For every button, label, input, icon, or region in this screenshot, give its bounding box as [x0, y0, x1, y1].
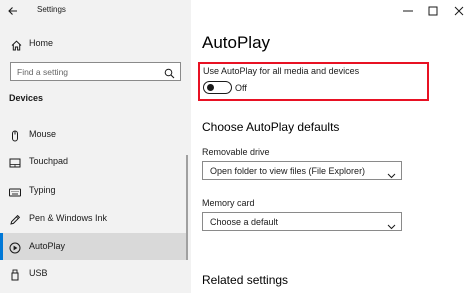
search-input[interactable]	[17, 65, 157, 78]
sidebar-item-label: USB	[29, 268, 48, 278]
sidebar-item-label: Pen & Windows Ink	[29, 213, 108, 223]
search-icon[interactable]	[164, 66, 175, 79]
sidebar-item-autoplay[interactable]: AutoPlay	[0, 233, 186, 260]
sidebar-item-label: AutoPlay	[29, 241, 66, 251]
toggle-state-text: Off	[235, 83, 247, 93]
autoplay-toggle[interactable]	[203, 81, 232, 94]
sidebar-item-pen-windows-ink[interactable]: Pen & Windows Ink	[0, 205, 186, 232]
keyboard-icon	[9, 185, 21, 197]
home-label: Home	[29, 38, 54, 48]
page-title: AutoPlay	[202, 33, 271, 52]
search-box[interactable]	[10, 62, 181, 81]
sidebar-item-mouse[interactable]: Mouse	[0, 121, 186, 148]
sidebar-item-touchpad[interactable]: Touchpad	[0, 148, 186, 175]
sidebar-item-label: Mouse	[29, 129, 57, 139]
memory-card-label: Memory card	[202, 198, 255, 208]
pen-icon	[9, 213, 21, 225]
sidebar-item-home[interactable]: Home	[0, 35, 191, 53]
related-settings-heading: Related settings	[202, 273, 289, 287]
removable-drive-value: Open folder to view files (File Explorer…	[210, 166, 366, 176]
selection-indicator	[0, 233, 3, 260]
removable-drive-label: Removable drive	[202, 147, 270, 157]
sidebar-item-typing[interactable]: Typing	[0, 177, 186, 204]
memory-card-value: Choose a default	[210, 217, 279, 227]
removable-drive-dropdown[interactable]: Open folder to view files (File Explorer…	[202, 161, 402, 180]
memory-card-dropdown[interactable]: Choose a default	[202, 212, 402, 231]
toggle-knob	[207, 84, 214, 91]
sidebar-item-label: Typing	[29, 185, 56, 195]
chevron-down-icon	[387, 218, 396, 230]
back-arrow-icon[interactable]	[6, 4, 20, 18]
app-title: Settings	[37, 5, 66, 14]
section-title: Devices	[9, 93, 44, 103]
main-content: AutoPlay Use AutoPlay for all media and …	[191, 0, 474, 293]
sidebar-item-label: Touchpad	[29, 156, 69, 166]
sidebar-scrollbar[interactable]	[186, 155, 188, 260]
mouse-icon	[9, 129, 21, 142]
chevron-down-icon	[387, 167, 396, 179]
sidebar: Home Devices Mouse Touchpad Typing Pen &…	[0, 0, 191, 293]
defaults-heading: Choose AutoPlay defaults	[202, 120, 340, 134]
sidebar-item-usb[interactable]: USB	[0, 260, 186, 287]
autoplay-icon	[9, 241, 21, 254]
home-icon	[11, 38, 22, 51]
toggle-label: Use AutoPlay for all media and devices	[203, 66, 360, 76]
usb-icon	[9, 268, 21, 281]
touchpad-icon	[9, 156, 21, 168]
